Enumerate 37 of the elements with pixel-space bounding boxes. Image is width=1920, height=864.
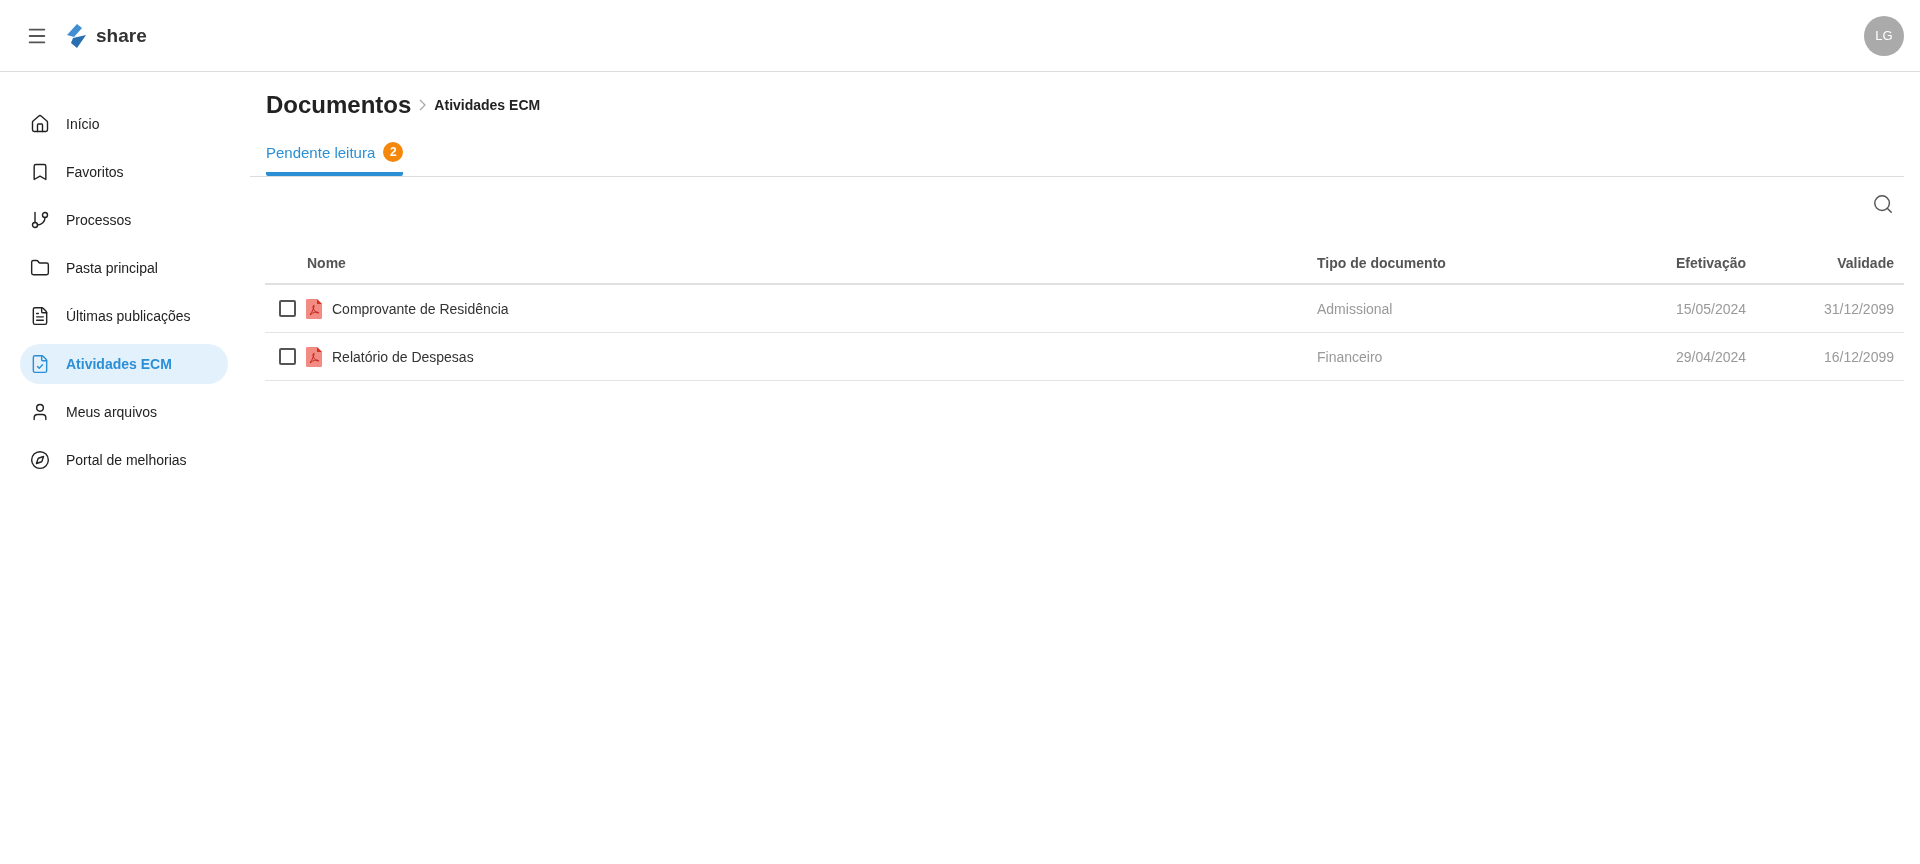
sidebar-item[interactable]: Últimas publicações — [20, 296, 228, 336]
table-cell: 16/12/2099 — [1796, 333, 1904, 381]
document-check-icon — [30, 354, 50, 374]
folder-icon — [30, 258, 50, 278]
row-checkbox[interactable] — [279, 348, 296, 365]
document-name[interactable]: Relatório de Despesas — [332, 348, 474, 365]
document-name[interactable]: Comprovante de Residência — [332, 300, 509, 317]
sidebar-item[interactable]: Pasta principal — [20, 248, 228, 288]
pdf-file-icon — [306, 346, 322, 367]
column-header: Efetivação — [1666, 227, 1796, 285]
column-header: Tipo de documento — [1307, 227, 1666, 285]
sidebar-item[interactable]: Meus arquivos — [20, 392, 228, 432]
page-title: Documentos — [266, 91, 412, 119]
home-icon — [30, 114, 50, 134]
breadcrumb-link[interactable]: Atividades ECM — [434, 97, 541, 113]
count-badge: 2 — [383, 142, 404, 162]
table-cell: 29/04/2024 — [1666, 333, 1796, 381]
document-icon — [30, 306, 50, 326]
table-cell: Admissional — [1307, 285, 1666, 333]
column-header: Validade — [1796, 227, 1904, 285]
tab[interactable]: Pendente leitura 2 — [266, 142, 404, 176]
sidebar-item[interactable]: Processos — [20, 200, 228, 240]
bookmark-icon — [30, 162, 50, 182]
compass-icon — [30, 450, 50, 470]
sidebar-item[interactable]: Portal de melhorias — [20, 440, 228, 480]
pdf-file-icon — [306, 298, 322, 319]
sidebar-item[interactable]: Início — [20, 104, 228, 144]
logo-text: share — [96, 24, 147, 47]
chevron-icon — [419, 99, 427, 111]
table-cell: 15/05/2024 — [1666, 285, 1796, 333]
sidebar-item[interactable]: Favoritos — [20, 152, 228, 192]
row-checkbox[interactable] — [279, 300, 296, 317]
column-header: Nome — [265, 227, 1307, 285]
table-cell: Financeiro — [1307, 333, 1666, 381]
user-icon — [30, 402, 50, 422]
table-cell: 31/12/2099 — [1796, 285, 1904, 333]
branch-icon — [30, 210, 50, 230]
